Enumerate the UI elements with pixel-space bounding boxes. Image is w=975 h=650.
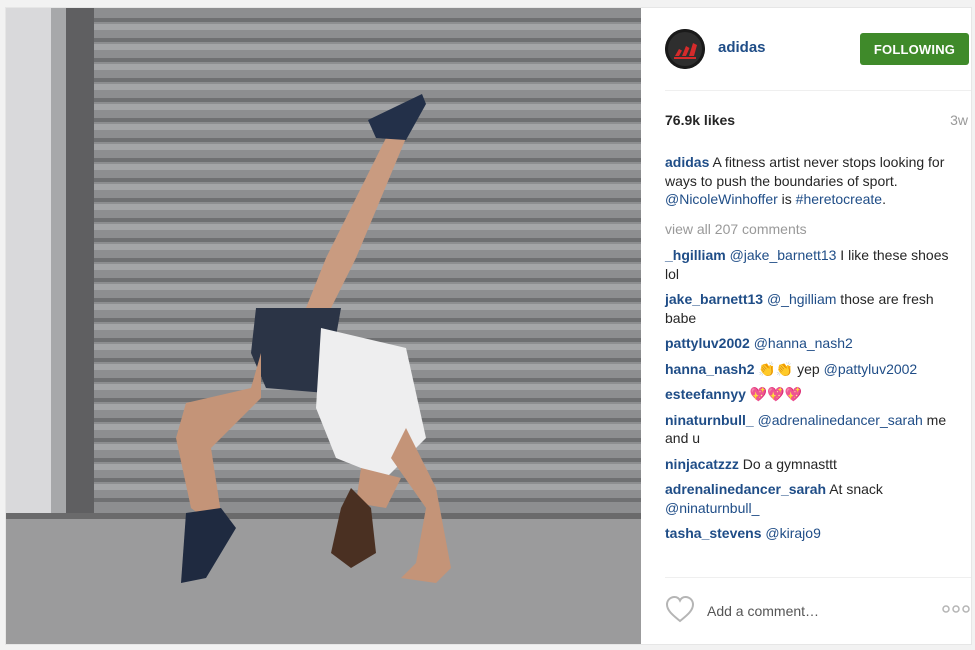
comment-mention[interactable]: @ninaturnbull_ xyxy=(665,500,759,516)
comment-row: ninaturnbull_ @adrenalinedancer_sarah me… xyxy=(665,411,965,448)
comment-row: ninjacatzzz Do a gymnasttt xyxy=(665,455,965,474)
post-time[interactable]: 3w xyxy=(950,112,968,128)
comment-row: adrenalinedancer_sarah At snack @ninatur… xyxy=(665,480,965,517)
comment-mention[interactable]: @hanna_nash2 xyxy=(754,335,853,351)
clap-emoji: 👏👏 xyxy=(758,360,794,377)
add-comment-input[interactable] xyxy=(705,600,919,622)
comment-text: At snack xyxy=(826,481,883,497)
like-button[interactable] xyxy=(665,595,695,623)
comment-username[interactable]: jake_barnett13 xyxy=(665,291,763,307)
comment-username[interactable]: _hgilliam xyxy=(665,247,726,263)
view-all-comments-link[interactable]: view all 207 comments xyxy=(665,220,965,239)
comment-mention[interactable]: @_hgilliam xyxy=(767,291,836,307)
post-header: adidas FOLLOWING xyxy=(641,8,971,90)
comment-mention[interactable]: @jake_barnett13 xyxy=(730,247,837,263)
comment-row: esteefannyy 💖💖💖 xyxy=(665,385,965,404)
post-photo[interactable] xyxy=(6,8,641,644)
comment-mention[interactable]: @kirajo9 xyxy=(765,525,820,541)
comment-username[interactable]: tasha_stevens xyxy=(665,525,762,541)
avatar[interactable] xyxy=(665,29,705,69)
heart-emoji: 💖💖💖 xyxy=(749,386,803,402)
comment-username[interactable]: ninjacatzzz xyxy=(665,456,739,472)
header-username[interactable]: adidas xyxy=(718,39,766,56)
comment-username[interactable]: ninaturnbull_ xyxy=(665,412,754,428)
comment-mention[interactable]: @pattyluv2002 xyxy=(824,361,918,377)
caption-text-3: . xyxy=(882,191,886,207)
following-button[interactable]: FOLLOWING xyxy=(860,33,969,65)
comment-text: Do a gymnasttt xyxy=(738,455,837,472)
comment-username[interactable]: hanna_nash2 xyxy=(665,361,754,377)
comment-username[interactable]: esteefannyy xyxy=(665,386,746,402)
caption-text-2: is xyxy=(777,191,796,207)
more-options-button[interactable] xyxy=(941,601,971,617)
likes-count[interactable]: 76.9k likes xyxy=(665,112,735,128)
caption-hashtag[interactable]: #heretocreate xyxy=(796,191,882,207)
caption-username[interactable]: adidas xyxy=(665,154,709,170)
post-sidebar: adidas FOLLOWING 76.9k likes 3w adidas A… xyxy=(641,8,971,644)
comment-row: jake_barnett13 @_hgilliam those are fres… xyxy=(665,290,965,327)
caption: adidas A fitness artist never stops look… xyxy=(665,153,965,209)
comment-username[interactable]: pattyluv2002 xyxy=(665,335,750,351)
photo-illustration xyxy=(6,8,641,644)
comment-row: tasha_stevens @kirajo9 xyxy=(665,524,965,543)
comment-username[interactable]: adrenalinedancer_sarah xyxy=(665,481,826,497)
divider xyxy=(665,90,971,91)
comment-text: yep xyxy=(793,360,824,377)
comments-list: adidas A fitness artist never stops look… xyxy=(665,153,965,550)
comment-row: hanna_nash2 👏👏 yep @pattyluv2002 xyxy=(665,360,965,379)
adidas-logo xyxy=(665,29,705,69)
post-footer xyxy=(641,578,971,644)
heart-outline-icon xyxy=(665,595,695,623)
comment-mention[interactable]: @adrenalinedancer_sarah xyxy=(758,412,923,428)
caption-mention[interactable]: @NicoleWinhoffer xyxy=(665,191,778,207)
post-card: adidas FOLLOWING 76.9k likes 3w adidas A… xyxy=(5,7,972,645)
more-dots-icon xyxy=(942,605,970,613)
comment-row: pattyluv2002 @hanna_nash2 xyxy=(665,334,965,353)
comment-row: _hgilliam @jake_barnett13 I like these s… xyxy=(665,246,965,283)
